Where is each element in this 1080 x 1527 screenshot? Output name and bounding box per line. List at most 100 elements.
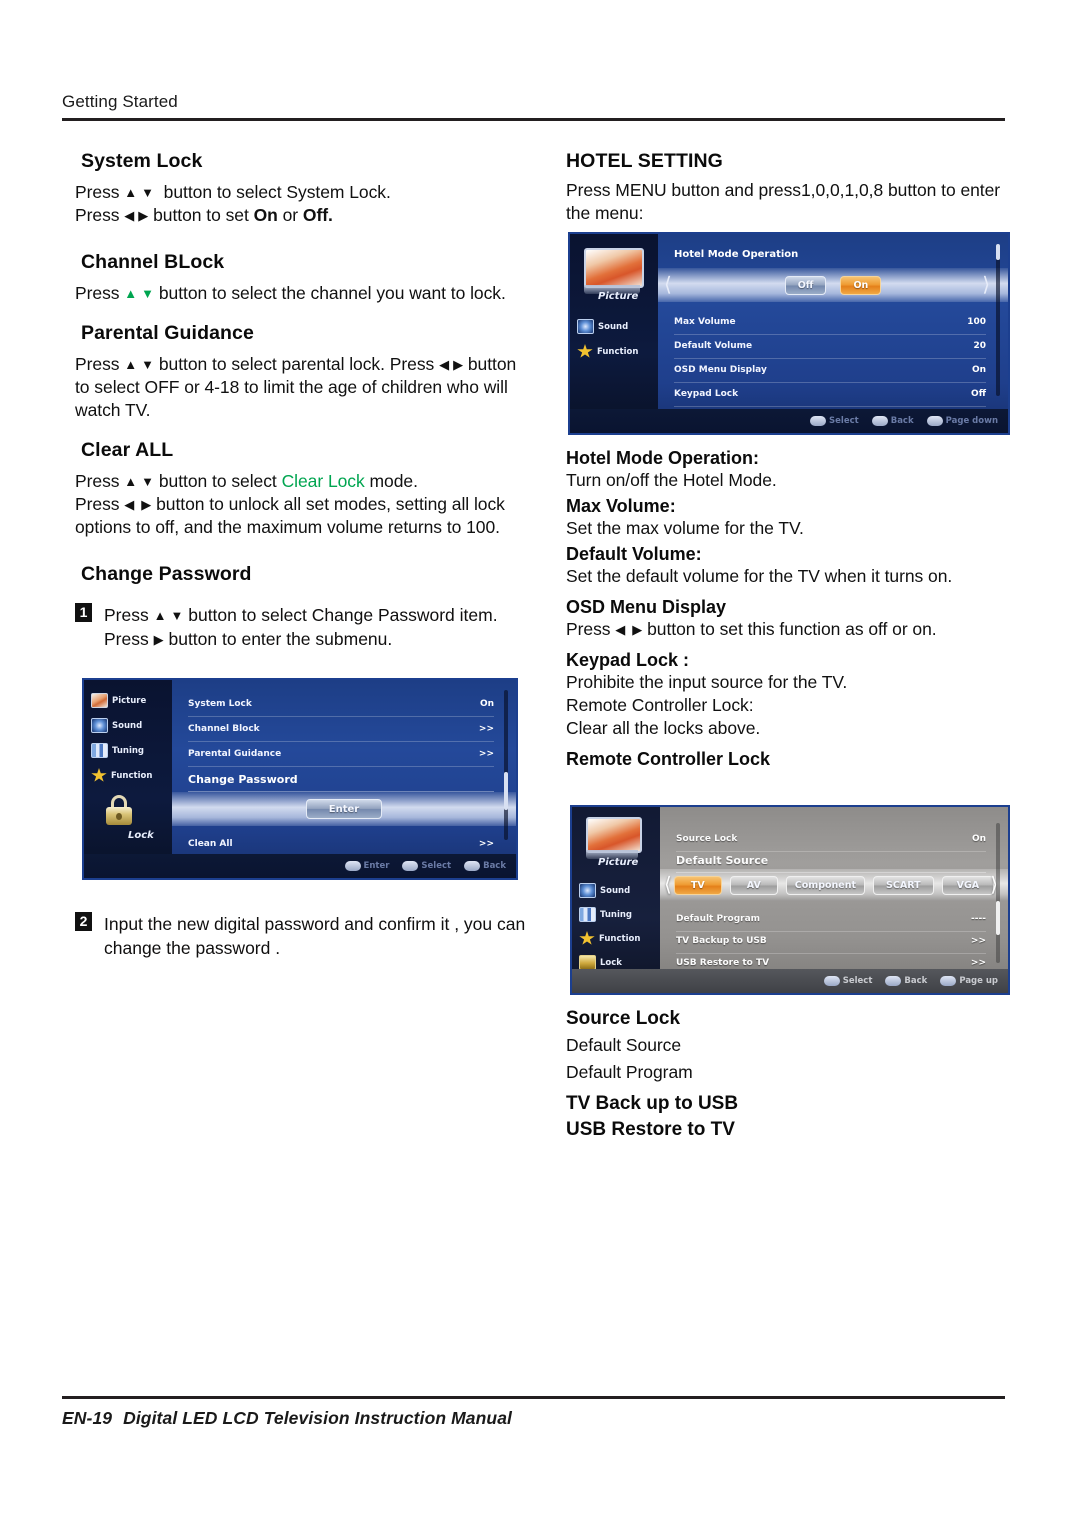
arrow-right-icon: ▶: [453, 356, 464, 372]
sound-icon: [579, 883, 596, 898]
step-1: 1 Press ▲ ▼ button to select Change Passw…: [75, 603, 527, 651]
source-button-vga[interactable]: VGA: [941, 875, 995, 895]
chevron-left-icon[interactable]: ⟨: [664, 874, 672, 894]
heading-hotel-setting: HOTEL SETTING: [566, 150, 723, 172]
osd-row-label: Source Lock: [676, 834, 738, 844]
heading-max-volume: Max Volume:: [566, 496, 676, 516]
osd-sidebar-item-sound[interactable]: Sound: [577, 319, 628, 334]
hint-label: Back: [483, 861, 506, 871]
hint-label: Select: [421, 861, 452, 871]
arrow-up-icon: ▲: [124, 184, 138, 200]
star-icon: [579, 931, 595, 945]
paragraph-hotel-setting-intro: Press MENU button and press1,0,0,1,0,8 b…: [566, 180, 1001, 223]
osd-sidebar-label: Function: [111, 770, 153, 781]
key-icon: [344, 861, 361, 871]
heading-default-volume: Default Volume:: [566, 544, 702, 564]
step-number-badge: 1: [75, 603, 92, 622]
osd-row-label: Max Volume: [674, 317, 736, 327]
hint-label: Page down: [945, 416, 998, 426]
osd-sidebar-label: Function: [599, 933, 641, 944]
heading-remote-controller-lock: Remote Controller Lock: [566, 749, 771, 769]
arrow-left-icon: ◀: [124, 207, 135, 223]
arrow-down-icon: ▼: [141, 473, 155, 489]
paragraph-system-lock: Press ▲ ▼ button to select System Lock. P…: [75, 181, 527, 227]
source-button-av[interactable]: AV: [729, 875, 778, 895]
osd-sidebar-item-picture[interactable]: Picture: [91, 693, 146, 708]
breadcrumb: Getting Started: [62, 92, 178, 111]
osd-row-system-lock[interactable]: System Lock On: [188, 692, 494, 717]
toggle-on-button[interactable]: On: [840, 275, 882, 295]
osd-hint-bar: Enter Select Back: [84, 854, 516, 878]
hint-label: Back: [890, 416, 914, 426]
osd-row-value: On: [971, 365, 986, 375]
text-press-1: Press: [75, 182, 120, 202]
osd-sidebar-item-function[interactable]: Function: [579, 931, 640, 946]
step-1-text: Press ▲ ▼ button to select Change Passwor…: [104, 603, 527, 651]
osd-sidebar-label: Picture: [598, 291, 639, 302]
toggle-off-button[interactable]: Off: [784, 275, 827, 295]
arrow-left-icon: ◀: [615, 621, 626, 637]
right-column-block-2: Hotel Mode Operation: Turn on/off the Ho…: [566, 448, 1018, 770]
osd-toggle-band: ⟨ Off On ⟩: [658, 268, 1008, 302]
key-icon: [885, 976, 902, 986]
text-select-system-lock: button to select System Lock.: [163, 182, 391, 202]
paragraph-parental-guidance: Press ▲ ▼ button to select parental lock.…: [75, 353, 527, 422]
osd-sidebar-item-sound[interactable]: Sound: [91, 718, 142, 733]
osd-row-keypad-lock[interactable]: Keypad Lock Off: [674, 382, 986, 407]
source-button-scart[interactable]: SCART: [873, 875, 934, 895]
source-button-tv[interactable]: TV: [673, 875, 722, 895]
right-column: HOTEL SETTING Press MENU button and pres…: [566, 150, 1018, 225]
osd-sidebar-item-tuning[interactable]: Tuning: [91, 743, 144, 758]
heading-hotel-mode-operation: Hotel Mode Operation:: [566, 448, 759, 468]
osd-sidebar-item-picture[interactable]: Picture: [598, 857, 638, 868]
osd-title: Hotel Mode Operation: [674, 249, 799, 260]
osd-row-change-password[interactable]: Change Password: [188, 767, 494, 792]
osd-scrollbar[interactable]: [996, 823, 1000, 963]
heading-parental-guidance: Parental Guidance: [81, 322, 254, 344]
key-icon: [823, 976, 840, 986]
source-button-component[interactable]: Component: [785, 875, 866, 895]
osd-row-max-volume[interactable]: Max Volume 100: [674, 310, 986, 335]
arrow-down-icon: ▼: [141, 184, 155, 200]
paragraph-default-volume: Set the default volume for the TV when i…: [566, 566, 953, 586]
text-press-8: Press: [566, 619, 611, 639]
paragraph-keypad-lock-3: Clear all the locks above.: [566, 718, 761, 738]
osd-row-osd-menu-display[interactable]: OSD Menu Display On: [674, 358, 986, 383]
osd-scrollbar[interactable]: [504, 690, 508, 840]
chevron-left-icon[interactable]: ⟨: [664, 274, 672, 294]
osd-row-channel-block[interactable]: Channel Block >>: [188, 717, 494, 742]
hotel-mode-screenshot: Picture Sound Function Hotel Mode Operat…: [568, 232, 1010, 435]
osd-row-label: Default Volume: [674, 341, 753, 351]
enter-button[interactable]: Enter: [305, 799, 383, 819]
hint-enter: Enter: [344, 861, 389, 871]
osd-scrollbar[interactable]: [996, 244, 1000, 396]
paragraph-osd-menu-display: Press ◀ ▶ button to set this function as …: [566, 618, 1018, 641]
osd-sidebar-item-picture[interactable]: Picture: [598, 291, 638, 302]
hint-back: Back: [885, 976, 927, 986]
osd-sidebar-item-lock[interactable]: Lock: [579, 955, 622, 970]
hint-back: Back: [871, 416, 914, 426]
osd-sidebar-item-function[interactable]: Function: [91, 768, 152, 783]
chevron-right-icon[interactable]: ⟩: [982, 274, 990, 294]
osd-sidebar-item-lock[interactable]: Lock: [128, 830, 154, 841]
osd-sidebar-item-sound[interactable]: Sound: [579, 883, 630, 898]
text-period: .: [328, 205, 333, 225]
text-off: Off: [302, 205, 329, 225]
arrow-right-icon: ▶: [153, 631, 164, 647]
lock-icon: [579, 955, 596, 970]
osd-row-parental-guidance[interactable]: Parental Guidance >>: [188, 742, 494, 767]
osd-row-default-volume[interactable]: Default Volume 20: [674, 334, 986, 359]
osd-sidebar-item-function[interactable]: Function: [577, 344, 638, 359]
hint-label: Select: [829, 416, 859, 426]
step-number-badge: 2: [75, 912, 92, 931]
paragraph-hotel-mode-operation: Turn on/off the Hotel Mode.: [566, 470, 777, 490]
osd-row-value: Off: [971, 389, 986, 399]
osd-row-label: OSD Menu Display: [674, 365, 767, 375]
arrow-left-icon: ◀: [124, 496, 135, 512]
text-osd-function: button to set this function as off or on…: [647, 619, 937, 639]
page-header: Getting Started: [62, 92, 1005, 121]
arrow-left-icon: ◀: [439, 356, 450, 372]
page-footer: EN-19 Digital LED LCD Television Instruct…: [62, 1396, 1005, 1429]
tuning-icon: [579, 907, 596, 922]
osd-sidebar-item-tuning[interactable]: Tuning: [579, 907, 632, 922]
